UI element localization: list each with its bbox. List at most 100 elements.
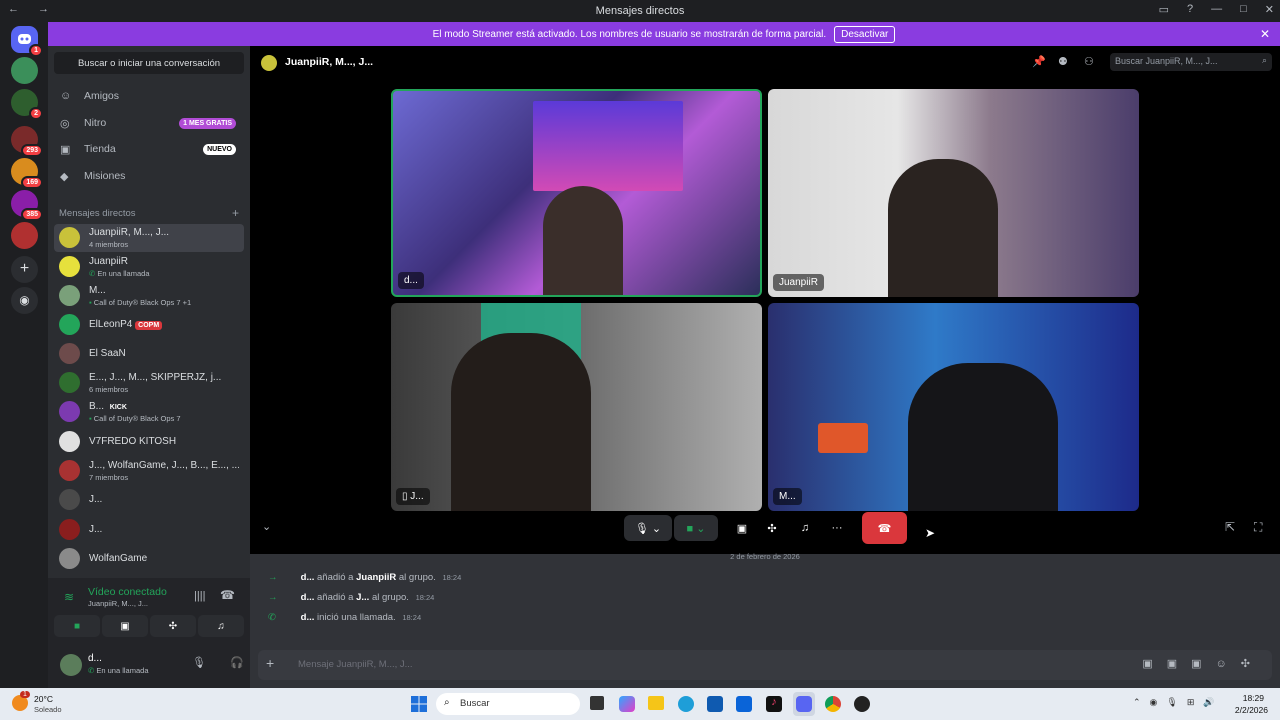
dm-item[interactable]: ElLeonP4 COPM	[54, 311, 244, 339]
nav-label: Nitro	[84, 117, 107, 129]
dm-item[interactable]: V7FREDO KITOSH	[54, 428, 244, 456]
store-icon[interactable]	[707, 696, 723, 712]
message-timestamp: 18:24	[442, 573, 462, 582]
minimize-button[interactable]: —	[1211, 3, 1222, 16]
server-icon[interactable]	[11, 57, 38, 84]
video-tile[interactable]: M...	[768, 303, 1139, 511]
collapse-chevron-icon[interactable]: ⌄	[262, 520, 271, 533]
participant-name: J...	[410, 491, 424, 502]
close-window-button[interactable]: ✕	[1265, 3, 1274, 16]
message-author[interactable]: d...	[301, 612, 315, 623]
dm-item[interactable]: JuanpiiR ✆ En una llamada	[54, 253, 244, 281]
microphone-icon[interactable]: 🎙	[192, 656, 206, 669]
dm-item[interactable]: B... KICK ▪ Call of Duty® Black Ops 7	[54, 398, 244, 426]
discover-icon[interactable]: ◉	[11, 287, 38, 314]
pin-icon[interactable]: 📌	[1032, 55, 1046, 68]
dm-subtitle: ✆ En una llamada	[89, 269, 239, 278]
taskbar-search[interactable]: ⌕ Buscar	[436, 693, 580, 715]
dm-item[interactable]: El SaaN	[54, 340, 244, 368]
screen-share-button[interactable]: ▣	[102, 615, 148, 637]
video-tile[interactable]: ▯ J...	[391, 303, 762, 511]
dm-item[interactable]: J..., WolfanGame, J..., B..., E..., ... …	[54, 457, 244, 485]
noise-suppression-icon[interactable]: ||||	[194, 590, 205, 602]
call-search-input[interactable]: Buscar JuanpiiR, M..., J... ⌕	[1110, 53, 1272, 71]
add-server-icon[interactable]: +	[11, 256, 38, 283]
composer-tools-icons[interactable]: ▣▣▣☺✣	[1142, 657, 1264, 670]
headphones-icon[interactable]: 🎧	[230, 656, 244, 669]
activities-button[interactable]: ✣	[150, 615, 196, 637]
signal-icon[interactable]: ≋	[64, 590, 74, 604]
disconnect-icon[interactable]: ☎	[220, 588, 235, 602]
maximize-button[interactable]: □	[1240, 3, 1247, 16]
video-tile[interactable]: JuanpiiR	[768, 89, 1139, 297]
camera-toggle-button[interactable]: ■ ⌄	[674, 515, 718, 541]
clock-time[interactable]: 18:29	[1243, 693, 1264, 703]
server-icon[interactable]: 169	[11, 158, 43, 189]
conversation-search-button[interactable]: Buscar o iniciar una conversación	[54, 52, 244, 74]
dm-name-text: B...	[89, 401, 105, 412]
message-author[interactable]: d...	[301, 572, 315, 583]
server-icon[interactable]: 293	[11, 126, 43, 157]
message-timestamp: 18:24	[402, 613, 422, 622]
add-friends-icon[interactable]: ⚉	[1058, 55, 1068, 68]
edge-icon[interactable]	[678, 696, 694, 712]
obs-icon[interactable]	[854, 696, 870, 712]
screen-share-button[interactable]: ▣	[730, 515, 754, 541]
participant-label: M...	[773, 488, 802, 505]
dm-item[interactable]: J...	[54, 486, 244, 514]
nav-quests[interactable]: ◆ Misiones	[54, 164, 244, 188]
deactivate-streamer-button[interactable]: Desactivar	[834, 25, 896, 43]
home-button[interactable]: 1	[11, 26, 43, 57]
fullscreen-icon[interactable]: ⛶	[1254, 520, 1262, 535]
message-target[interactable]: JuanpiiR	[356, 572, 396, 583]
members-icon[interactable]: ⚇	[1084, 55, 1094, 68]
weather-badge: 1	[20, 691, 30, 698]
microphone-button[interactable]: 🎙 ⌄	[624, 515, 672, 541]
dm-item[interactable]: J...	[54, 516, 244, 544]
chrome-icon[interactable]	[825, 696, 841, 712]
dm-item[interactable]: JuanpiiR, M..., J... 4 miembros	[54, 224, 244, 252]
activities-button[interactable]: ✣	[760, 515, 784, 541]
popout-icon[interactable]: ⇱	[1225, 520, 1235, 534]
file-explorer-icon[interactable]	[648, 696, 664, 710]
outlook-icon[interactable]	[736, 696, 752, 712]
video-background	[533, 101, 683, 191]
tiktok-icon[interactable]: ♪	[766, 696, 782, 712]
create-dm-icon[interactable]: +	[232, 206, 239, 220]
unread-badge: 1	[29, 44, 43, 57]
more-options-button[interactable]: ···	[825, 515, 849, 541]
search-icon: ⌕	[1261, 55, 1267, 65]
message-target[interactable]: J...	[356, 592, 369, 603]
message-composer[interactable]: + Mensaje JuanpiiR, M..., J... ▣▣▣☺✣	[258, 650, 1272, 680]
server-icon[interactable]	[11, 222, 38, 249]
dm-header-label: Mensajes directos	[59, 208, 136, 219]
weather-desc: Soleado	[34, 705, 62, 714]
close-icon[interactable]: ✕	[1260, 27, 1270, 41]
discord-taskbar-button[interactable]	[793, 692, 815, 716]
dm-item[interactable]: WolfanGame	[54, 545, 244, 573]
dm-item[interactable]: M... ▪ Call of Duty® Black Ops 7 +1	[54, 282, 244, 310]
dm-name: E..., J..., M..., SKIPPERJZ, j...	[89, 372, 222, 383]
soundboard-button[interactable]: ♫	[793, 515, 817, 541]
server-icon[interactable]: 385	[11, 190, 43, 221]
copilot-icon[interactable]	[619, 696, 635, 712]
dm-item[interactable]: E..., J..., M..., SKIPPERJZ, j... 6 miem…	[54, 369, 244, 397]
nav-friends[interactable]: ☺ Amigos	[54, 84, 244, 108]
server-icon[interactable]: 2	[11, 89, 43, 120]
message-author[interactable]: d...	[301, 592, 315, 603]
hang-up-button[interactable]: ☎	[862, 512, 907, 544]
clock-date[interactable]: 2/2/2026	[1235, 705, 1268, 715]
add-attachment-icon[interactable]: +	[266, 655, 274, 671]
avatar[interactable]	[60, 654, 82, 676]
nav-nitro[interactable]: ◎ Nitro 1 MES GRATIS	[54, 111, 244, 135]
camera-button[interactable]: ■	[54, 615, 100, 637]
system-tray-icons[interactable]: ⌃◉🎙⊞🔊	[1133, 697, 1224, 708]
soundboard-button[interactable]: ♫	[198, 615, 244, 637]
video-tile[interactable]: d...	[391, 89, 762, 297]
nav-shop[interactable]: ▣ Tienda NUEVO	[54, 137, 244, 161]
inbox-icon[interactable]: ▭	[1159, 3, 1169, 16]
task-view-icon[interactable]	[590, 696, 604, 710]
video-background	[818, 423, 868, 453]
help-icon[interactable]: ?	[1187, 3, 1193, 16]
windows-start-icon[interactable]	[411, 696, 427, 712]
